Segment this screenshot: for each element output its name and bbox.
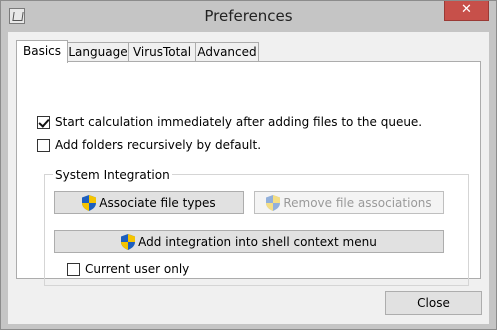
current-user-row[interactable]: Current user only <box>67 261 189 277</box>
uac-shield-icon <box>121 233 136 250</box>
tab-virustotal[interactable]: VirusTotal <box>128 42 196 62</box>
remove-file-associations-label: Remove file associations <box>283 195 432 210</box>
associate-file-types-button[interactable]: Associate file types <box>54 191 244 214</box>
start-calculation-label: Start calculation immediately after addi… <box>55 115 423 129</box>
associate-file-types-label: Associate file types <box>99 195 216 210</box>
add-recursively-label: Add folders recursively by default. <box>55 138 262 152</box>
current-user-label: Current user only <box>85 262 190 276</box>
system-integration-title: System Integration <box>53 168 172 182</box>
tab-language[interactable]: Language <box>67 42 129 62</box>
start-calculation-row[interactable]: Start calculation immediately after addi… <box>37 114 422 130</box>
current-user-checkbox[interactable] <box>67 262 80 276</box>
uac-shield-icon <box>266 194 281 211</box>
uac-shield-icon <box>82 194 97 211</box>
window-close-button[interactable]: ✕ <box>444 1 489 21</box>
basics-panel: Start calculation immediately after addi… <box>16 61 481 286</box>
window-title: Preferences <box>204 7 293 25</box>
tab-basics[interactable]: Basics <box>16 40 68 63</box>
dialog-client-area: Basics Language VirusTotal Advanced Star… <box>8 32 489 324</box>
title-bar[interactable]: Preferences ✕ <box>1 1 496 32</box>
add-recursively-row[interactable]: Add folders recursively by default. <box>37 137 261 153</box>
remove-file-associations-button[interactable]: Remove file associations <box>254 191 444 214</box>
add-recursively-checkbox[interactable] <box>37 138 50 152</box>
close-button[interactable]: Close <box>385 291 482 315</box>
add-shell-integration-button[interactable]: Add integration into shell context menu <box>54 230 444 253</box>
preferences-window: Preferences ✕ Basics Language VirusTotal… <box>0 0 497 330</box>
start-calculation-checkbox[interactable] <box>37 115 50 129</box>
add-shell-integration-label: Add integration into shell context menu <box>138 234 377 249</box>
tab-advanced[interactable]: Advanced <box>195 42 259 62</box>
